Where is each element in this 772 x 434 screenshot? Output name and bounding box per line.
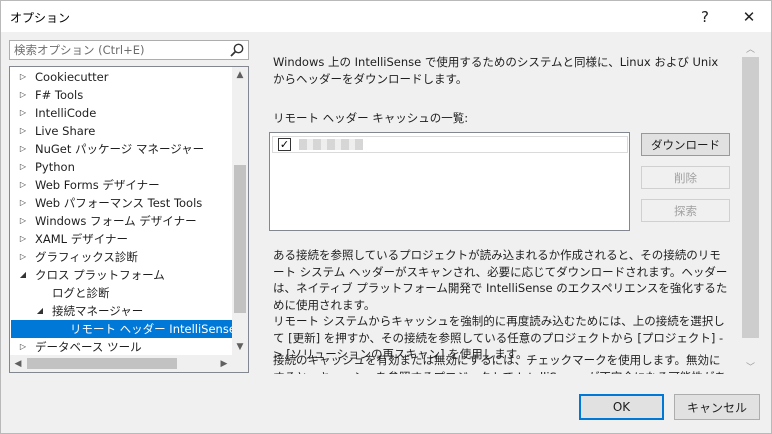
tree-item[interactable]: ▷ Web Forms デザイナー	[10, 176, 232, 194]
chevron-down-icon[interactable]: ﹀	[742, 358, 759, 375]
options-dialog: オプション ? ✕ ▷ Cookiecutter ▷ F# Tools ▷ Intelli…	[0, 0, 772, 434]
tree-horizontal-scrollbar[interactable]: ◀ ▶	[10, 355, 232, 372]
tree-item-label: Cookiecutter	[35, 70, 109, 84]
cancel-button[interactable]: キャンセル	[674, 394, 760, 420]
cache-enabled-checkbox[interactable]: ✓	[278, 138, 291, 151]
tree-item-label: IntelliCode	[35, 106, 97, 120]
tree-item[interactable]: リモート ヘッダー IntelliSense マネー	[11, 320, 233, 338]
tree-item[interactable]: ▷ F# Tools	[10, 86, 232, 104]
remote-header-cache-list[interactable]: ✓	[269, 132, 630, 231]
tree-vertical-scrollbar[interactable]: ▲ ▼	[232, 67, 248, 355]
scroll-down-icon[interactable]: ▼	[232, 339, 248, 355]
tree-item-label: Live Share	[35, 124, 96, 138]
expanded-arrow-icon[interactable]: ◢	[18, 266, 28, 284]
collapsed-arrow-icon[interactable]: ▷	[18, 176, 28, 194]
tree-item[interactable]: ▷ データベース ツール	[10, 338, 232, 356]
collapsed-arrow-icon[interactable]: ▷	[18, 194, 28, 212]
tree-item-label: Python	[35, 160, 75, 174]
options-tree: ▷ Cookiecutter ▷ F# Tools ▷ IntelliCode ▷ Live …	[9, 66, 249, 373]
help-icon: ?	[701, 7, 709, 26]
cache-list-item[interactable]: ✓	[272, 136, 628, 153]
download-button[interactable]: ダウンロード	[641, 133, 730, 156]
close-icon: ✕	[742, 7, 756, 26]
collapsed-arrow-icon[interactable]: ▷	[18, 140, 28, 158]
tree-item[interactable]: ログと診断	[10, 284, 232, 302]
collapsed-arrow-icon[interactable]: ▷	[18, 248, 28, 266]
explore-button[interactable]: 探索	[641, 199, 730, 222]
tree-item-label: Windows フォーム デザイナー	[35, 214, 197, 228]
scroll-up-icon[interactable]: ▲	[232, 67, 248, 83]
tree-item[interactable]: ▷ XAML デザイナー	[10, 230, 232, 248]
collapsed-arrow-icon[interactable]: ▷	[18, 68, 28, 86]
tree-item[interactable]: ▷ IntelliCode	[10, 104, 232, 122]
cache-list-label: リモート ヘッダー キャッシュの一覧:	[273, 111, 469, 125]
tree-item-label: Web パフォーマンス Test Tools	[35, 196, 203, 210]
tree-scroll-thumb[interactable]	[234, 165, 246, 313]
tree-item-label: NuGet パッケージ マネージャー	[35, 142, 205, 156]
tree-item-label: XAML デザイナー	[35, 232, 128, 246]
tree-item-label: ログと診断	[52, 286, 110, 300]
window-title: オプション	[10, 11, 71, 25]
scroll-right-icon[interactable]: ▶	[216, 355, 232, 372]
ok-button[interactable]: OK	[579, 394, 664, 420]
tree-item[interactable]: ◢ クロス プラットフォーム	[10, 266, 232, 284]
tree-item[interactable]: ▷ Python	[10, 158, 232, 176]
tree-item-label: 接続マネージャー	[52, 304, 144, 318]
collapsed-arrow-icon[interactable]: ▷	[18, 122, 28, 140]
redacted-connection-name	[299, 139, 363, 150]
tree-item[interactable]: ◢ 接続マネージャー	[10, 302, 232, 320]
tree-item[interactable]: ▷ Live Share	[10, 122, 232, 140]
tree-item[interactable]: ▷ Web パフォーマンス Test Tools	[10, 194, 232, 212]
collapsed-arrow-icon[interactable]: ▷	[18, 230, 28, 248]
scroll-corner	[232, 355, 248, 372]
tree-item-label: リモート ヘッダー IntelliSense マネー	[70, 322, 233, 336]
content-scroll-thumb[interactable]	[742, 57, 759, 338]
chevron-up-icon[interactable]: ︿	[742, 40, 759, 57]
info-paragraph-1: ある接続を参照しているプロジェクトが読み込まれるか作成されると、その接続のリモー…	[273, 248, 728, 312]
tree-item[interactable]: ▷ グラフィックス診断	[10, 248, 232, 266]
tree-item-label: グラフィックス診断	[35, 250, 138, 264]
close-button[interactable]: ✕	[729, 1, 769, 32]
collapsed-arrow-icon[interactable]: ▷	[18, 212, 28, 230]
tree-item[interactable]: ▷ Cookiecutter	[10, 68, 232, 86]
search-icon[interactable]	[229, 42, 245, 58]
options-search-box	[9, 40, 249, 60]
collapsed-arrow-icon[interactable]: ▷	[18, 158, 28, 176]
title-bar: オプション ? ✕	[1, 1, 771, 32]
help-button[interactable]: ?	[685, 1, 725, 32]
expanded-arrow-icon[interactable]: ◢	[35, 302, 45, 320]
collapsed-arrow-icon[interactable]: ▷	[18, 86, 28, 104]
tree-item-label: F# Tools	[35, 88, 84, 102]
content-vertical-scrollbar[interactable]: ︿ ﹀	[742, 40, 759, 375]
search-input[interactable]	[10, 41, 238, 59]
delete-button[interactable]: 削除	[641, 166, 730, 189]
collapsed-arrow-icon[interactable]: ▷	[18, 338, 28, 356]
page-description: Windows 上の IntelliSense で使用するためのシステムと同様に…	[273, 55, 719, 86]
info-text: ある接続を参照しているプロジェクトが読み込まれるか作成されると、その接続のリモー…	[273, 247, 731, 363]
tree-item[interactable]: ▷ Windows フォーム デザイナー	[10, 212, 232, 230]
tree-item-label: データベース ツール	[35, 340, 142, 354]
info-paragraph-3: 接続のキャッシュを有効または無効にするには、チェックマークを使用します。無効にす…	[273, 353, 726, 374]
scroll-left-icon[interactable]: ◀	[10, 355, 26, 372]
tree-item[interactable]: ▷ NuGet パッケージ マネージャー	[10, 140, 232, 158]
tree-hscroll-thumb[interactable]	[27, 358, 177, 369]
tree-item-label: Web Forms デザイナー	[35, 178, 160, 192]
collapsed-arrow-icon[interactable]: ▷	[18, 104, 28, 122]
tree-item-label: クロス プラットフォーム	[35, 268, 165, 282]
